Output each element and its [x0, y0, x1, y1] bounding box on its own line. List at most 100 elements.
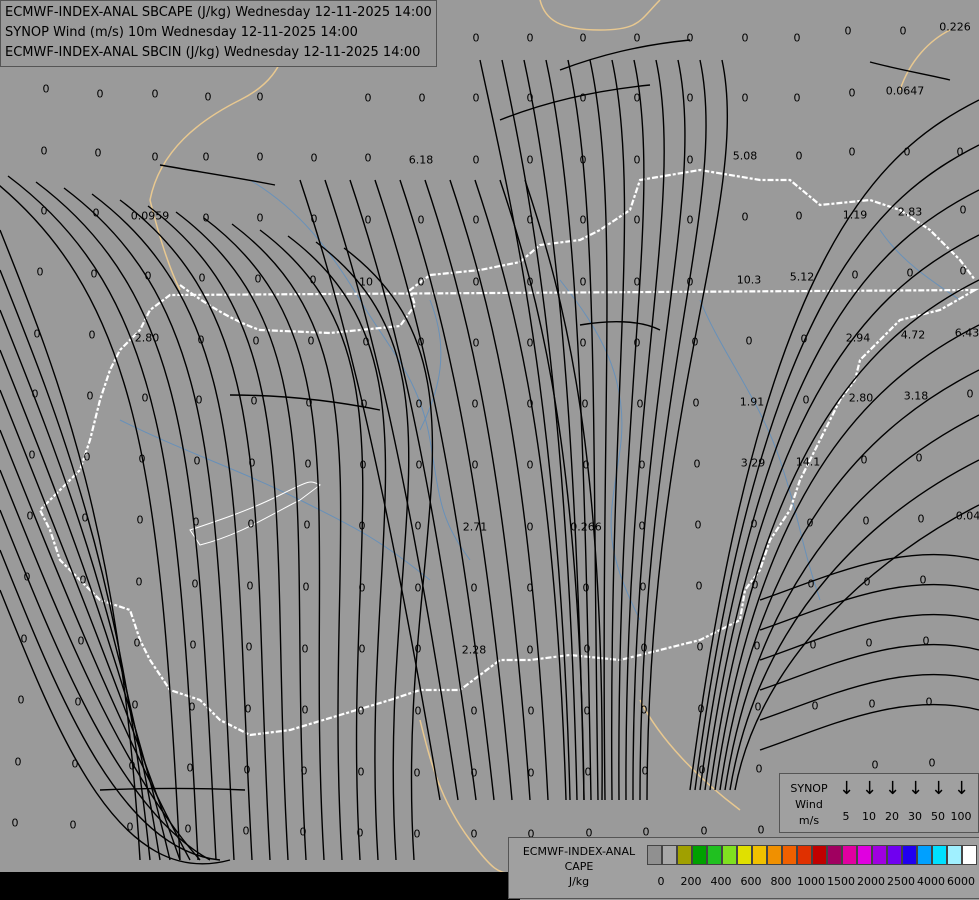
- value-label: 0: [583, 704, 591, 718]
- value-label: 0: [138, 452, 146, 466]
- value-label: 0: [865, 636, 873, 650]
- cape-tick-label: 200: [680, 875, 702, 888]
- cape-tick-label: 6000: [947, 875, 975, 888]
- value-label: 0: [751, 578, 759, 592]
- value-label: 0.0959: [130, 209, 170, 223]
- value-label: 0: [126, 820, 134, 834]
- value-label: 0: [693, 457, 701, 471]
- value-label: 4.72: [900, 328, 926, 342]
- value-label: 0: [526, 520, 534, 534]
- value-label: 0: [472, 336, 480, 350]
- cape-legend-title-line1: ECMWF-INDEX-ANAL: [522, 845, 636, 858]
- cape-legend: ECMWF-INDEX-ANAL CAPE J/kg 0 200 400 600 800…: [508, 837, 979, 899]
- cape-swatch: [872, 845, 887, 865]
- value-label: 0: [81, 511, 89, 525]
- streamline: [869, 61, 951, 81]
- value-label: 10: [359, 275, 373, 289]
- value-label: 6.18: [408, 153, 434, 167]
- wind-arrow-icon: ↓: [931, 778, 947, 799]
- value-label: 6.43: [954, 326, 979, 340]
- value-label: 0: [753, 639, 761, 653]
- value-label: 0: [197, 333, 205, 347]
- value-label: 0: [472, 31, 480, 45]
- value-label: 0: [357, 704, 365, 718]
- value-label: 0: [359, 458, 367, 472]
- value-label: 0: [526, 31, 534, 45]
- value-label: 0: [686, 91, 694, 105]
- value-label: 10.3: [736, 273, 762, 287]
- value-label: 0: [579, 336, 587, 350]
- value-label: 0: [806, 516, 814, 530]
- value-label: 0: [526, 336, 534, 350]
- value-label: 0: [256, 150, 264, 164]
- value-label: 14.1: [795, 455, 821, 469]
- value-label: 0: [33, 327, 41, 341]
- streamline: [689, 99, 979, 791]
- value-label: 0: [69, 818, 77, 832]
- value-label: 0: [698, 763, 706, 777]
- value-label: 0: [903, 145, 911, 159]
- value-label: 0: [242, 824, 250, 838]
- value-label: 5.12: [789, 270, 815, 284]
- value-label: 0: [526, 458, 534, 472]
- cape-swatch: [707, 845, 722, 865]
- value-label: 0: [844, 24, 852, 38]
- value-label: 0: [851, 268, 859, 282]
- value-label: 2.83: [897, 205, 923, 219]
- value-label: 0: [741, 91, 749, 105]
- value-label: 0: [755, 762, 763, 776]
- value-label: 0: [868, 697, 876, 711]
- value-label: 0: [802, 393, 810, 407]
- value-label: 0: [144, 269, 152, 283]
- value-label: 0: [582, 581, 590, 595]
- value-label: 0: [582, 458, 590, 472]
- value-label: 0: [633, 91, 641, 105]
- wind-arrow-icon: ↓: [954, 778, 970, 799]
- wind-arrow-icon: ↓: [908, 778, 924, 799]
- cape-swatch: [887, 845, 902, 865]
- cape-swatch: [647, 845, 662, 865]
- value-label: 0: [754, 700, 762, 714]
- value-label: 0: [686, 31, 694, 45]
- value-label: 0: [526, 153, 534, 167]
- streamline: [709, 279, 979, 791]
- value-label: 0: [633, 275, 641, 289]
- value-label: 0: [584, 765, 592, 779]
- value-label: 0: [310, 151, 318, 165]
- value-label: 0: [252, 334, 260, 348]
- value-label: 0: [304, 457, 312, 471]
- value-label: 0: [470, 704, 478, 718]
- value-label: 2.28: [461, 643, 487, 657]
- value-label: 0: [696, 640, 704, 654]
- cape-tick-label: 0: [657, 875, 665, 888]
- cape-swatch: [827, 845, 842, 865]
- cape-swatch: [962, 845, 977, 865]
- value-label: 0: [133, 636, 141, 650]
- value-label: 0: [204, 90, 212, 104]
- value-label: 0: [79, 573, 87, 587]
- streamline: [734, 504, 979, 791]
- value-label: 0: [40, 144, 48, 158]
- value-label: 0: [302, 580, 310, 594]
- header-line-wind: SYNOP Wind (m/s) 10m Wednesday 12-11-202…: [5, 25, 358, 40]
- value-label: 0: [579, 153, 587, 167]
- value-label: 5.08: [732, 149, 758, 163]
- streamline: [479, 59, 571, 801]
- value-label: 0: [906, 266, 914, 280]
- cape-tick-label: 2000: [857, 875, 885, 888]
- wind-arrow-icon: ↓: [862, 778, 878, 799]
- value-label: 0: [697, 702, 705, 716]
- value-label: 0: [17, 693, 25, 707]
- wind-streamlines: [0, 39, 979, 865]
- wind-legend-speed: 20: [885, 810, 899, 823]
- value-label: 0: [526, 397, 534, 411]
- value-label: 0: [418, 91, 426, 105]
- weather-map: 0.226 0 0 0 0 0 0 0 0 0 0.0647 0 0 0 0 0 0 0 0 0 0 0 0 0 0 0 0 0 0 0 0…: [0, 0, 979, 900]
- cape-legend-title-line3: J/kg: [568, 875, 590, 888]
- value-label: 0: [640, 641, 648, 655]
- value-label: 0: [741, 31, 749, 45]
- value-label: 0: [31, 387, 39, 401]
- value-label: 0: [151, 87, 159, 101]
- value-label: 0: [581, 397, 589, 411]
- value-label: 0.04: [955, 509, 979, 523]
